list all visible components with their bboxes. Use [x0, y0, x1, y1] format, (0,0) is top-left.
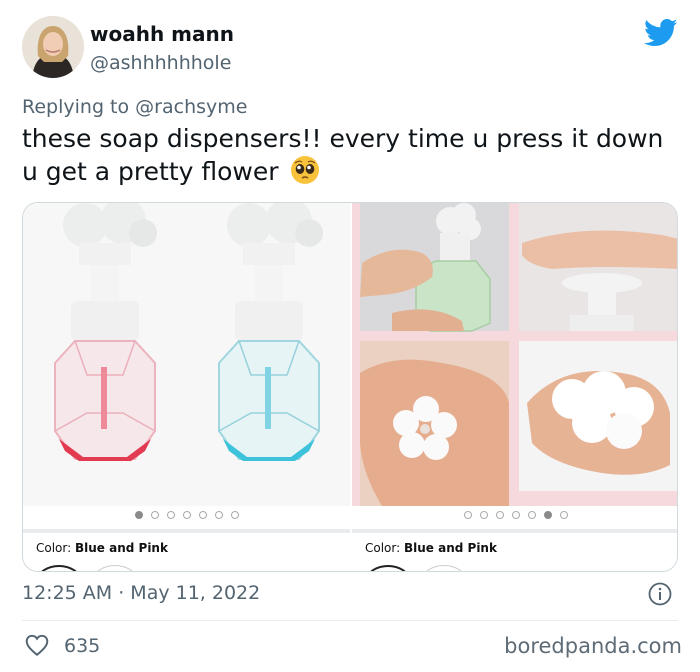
- color-label-value: Blue and Pink: [404, 541, 497, 555]
- color-label-prefix: Color:: [365, 541, 401, 555]
- carousel-dot[interactable]: [479, 511, 488, 519]
- carousel-dot[interactable]: [198, 511, 207, 519]
- carousel-dot[interactable]: [495, 511, 504, 519]
- carousel-dot[interactable]: [559, 511, 568, 519]
- collage-top-left: [360, 203, 509, 332]
- foam-flower-collage-photo: [352, 203, 677, 506]
- color-swatch-selected[interactable]: [37, 565, 81, 571]
- reply-context: Replying to @rachsyme: [22, 96, 247, 118]
- color-label: Color: Blue and Pink: [365, 541, 497, 555]
- collage-top-right: [519, 203, 677, 331]
- color-swatch[interactable]: [93, 565, 137, 571]
- soap-dispensers-photo: [23, 203, 350, 506]
- carousel-dot[interactable]: [166, 511, 175, 519]
- color-swatch-selected[interactable]: [366, 565, 410, 571]
- carousel-dot[interactable]: [543, 511, 552, 519]
- tweet-timestamp[interactable]: 12:25 AM · May 11, 2022: [22, 582, 260, 604]
- reply-prefix: Replying to: [22, 96, 130, 118]
- media-panel-right[interactable]: Color: Blue and Pink: [352, 203, 677, 571]
- footer-divider: [22, 620, 678, 621]
- collage-bottom-right: [519, 341, 677, 491]
- divider: [23, 529, 350, 533]
- tweet-header: woahh mann @ashhhhhhole: [22, 16, 678, 80]
- avatar[interactable]: [22, 16, 84, 78]
- color-swatch[interactable]: [422, 565, 466, 571]
- tweet-body: these soap dispensers!! every time u pre…: [22, 124, 664, 186]
- user-handle[interactable]: @ashhhhhhole: [90, 52, 231, 74]
- carousel-dot[interactable]: [511, 511, 520, 519]
- tweet-text: these soap dispensers!! every time u pre…: [22, 123, 682, 188]
- heart-icon[interactable]: [24, 632, 50, 658]
- divider: [352, 529, 677, 533]
- color-label: Color: Blue and Pink: [36, 541, 168, 555]
- reply-mention-link[interactable]: @rachsyme: [135, 96, 247, 118]
- twitter-bird-icon: [644, 18, 678, 47]
- carousel-dots: [352, 511, 677, 519]
- watermark: boredpanda.com: [504, 634, 682, 658]
- pleading-face-emoji-icon: [291, 156, 320, 184]
- color-label-value: Blue and Pink: [75, 541, 168, 555]
- carousel-dot[interactable]: [134, 511, 143, 519]
- carousel-dot[interactable]: [230, 511, 239, 519]
- like-count: 635: [64, 635, 101, 657]
- collage-bottom-left: [360, 341, 509, 506]
- info-icon[interactable]: [648, 582, 672, 606]
- carousel-dot[interactable]: [463, 511, 472, 519]
- tweet-media[interactable]: Color: Blue and Pink Color: Blue and Pin…: [22, 202, 678, 572]
- carousel-dot[interactable]: [527, 511, 536, 519]
- color-label-prefix: Color:: [36, 541, 72, 555]
- carousel-dots: [23, 511, 350, 519]
- carousel-dot[interactable]: [182, 511, 191, 519]
- carousel-dot[interactable]: [214, 511, 223, 519]
- media-panel-left[interactable]: Color: Blue and Pink: [23, 203, 350, 571]
- display-name[interactable]: woahh mann: [90, 22, 234, 46]
- carousel-dot[interactable]: [150, 511, 159, 519]
